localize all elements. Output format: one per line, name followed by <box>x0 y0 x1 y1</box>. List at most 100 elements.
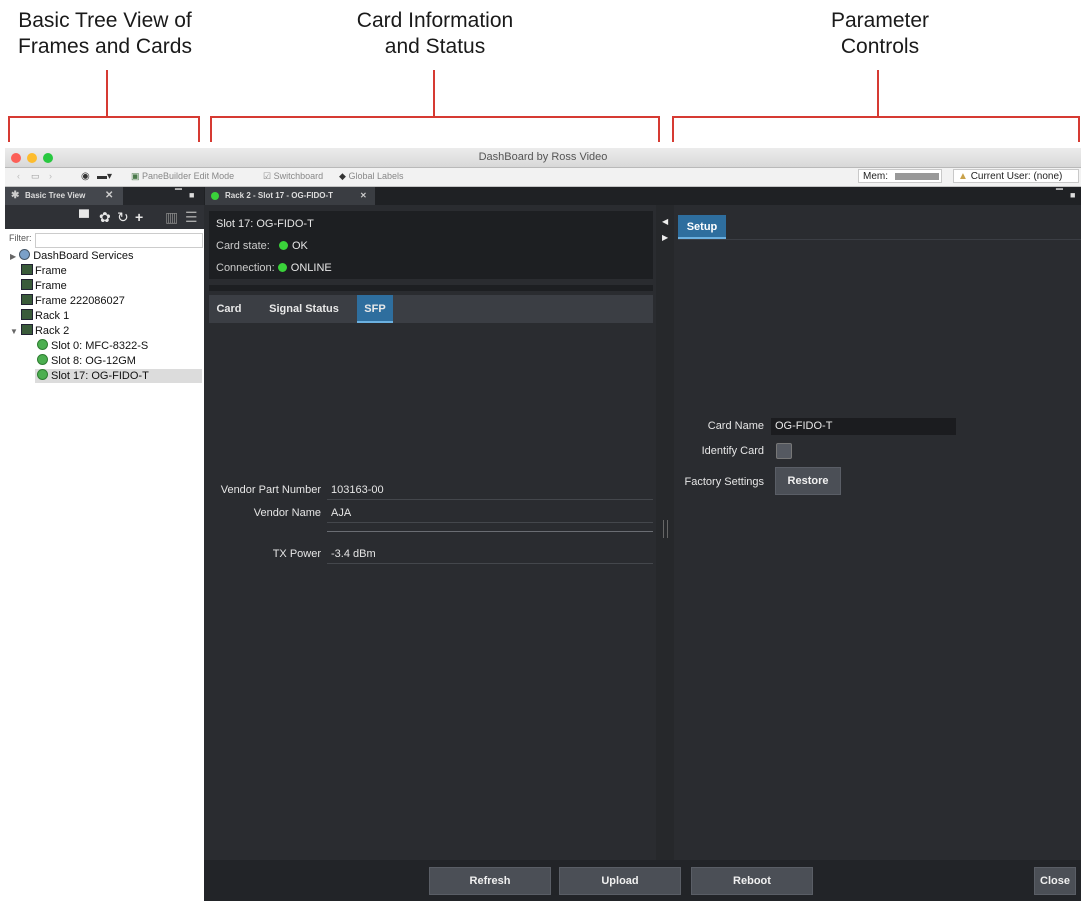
reboot-button[interactable]: Reboot <box>691 867 813 895</box>
services-icon <box>19 249 31 260</box>
bottom-button-bar: Refresh Upload Reboot Close <box>204 860 1081 901</box>
panel-splitter[interactable]: ◀ ▶ <box>656 205 674 860</box>
status-online-icon <box>277 263 287 272</box>
maximize-panel-icon[interactable]: ■ <box>189 190 194 200</box>
current-user-box[interactable]: ▲ Current User: (none) <box>953 169 1079 183</box>
sfp-separator <box>327 531 653 532</box>
status-divider <box>209 285 653 291</box>
card-name-label: Card Name <box>707 420 764 432</box>
tab-basic-tree-view[interactable]: ✱ Basic Tree View ✕ <box>5 187 123 205</box>
add-icon[interactable]: + <box>135 209 143 225</box>
filter-label: Filter: <box>9 233 32 243</box>
camera-icon[interactable]: ◉ <box>81 171 90 182</box>
restore-button[interactable]: Restore <box>775 467 841 495</box>
close-tab-icon[interactable]: ✕ <box>105 187 113 205</box>
tree-item-slot-0[interactable]: Slot 0: MFC-8322-S <box>37 339 148 353</box>
card-name-input[interactable]: OG-FIDO-T <box>771 418 956 435</box>
minimize-panel-icon[interactable]: ▔ <box>1056 189 1063 200</box>
memory-bar <box>894 172 939 180</box>
tab-rack2-slot17[interactable]: Rack 2 - Slot 17 - OG-FIDO-T ✕ <box>205 187 375 205</box>
refresh-icon[interactable]: ↻ <box>117 209 129 226</box>
identify-card-label: Identify Card <box>701 445 764 457</box>
tree-view-panel: ✱ Basic Tree View ✕ ▔ ■ ▀ ✿ ↻ + ▥ ☰ Filt… <box>5 187 204 901</box>
annotation-bracket-right <box>672 116 1080 142</box>
frame-icon <box>21 294 33 305</box>
annotation-parameter-controls: Parameter Controls <box>830 9 930 58</box>
expand-arrow-icon[interactable]: ▶ <box>10 252 16 261</box>
setup-tab-underline <box>678 239 1081 240</box>
list-icon[interactable]: ☰ <box>185 209 198 226</box>
global-labels-button[interactable]: ◆ Global Labels <box>339 171 403 182</box>
memory-label: Mem: <box>863 171 888 182</box>
slot-title: Slot 17: OG-FIDO-T <box>216 218 314 230</box>
gear-icon: ✱ <box>11 190 20 201</box>
maximize-panel-icon[interactable]: ■ <box>1070 190 1075 200</box>
back-icon[interactable]: ‹ <box>17 171 20 181</box>
connection-row: Connection: ONLINE <box>216 262 332 274</box>
splitter-grip[interactable] <box>663 520 668 538</box>
delete-icon[interactable]: ▥ <box>165 209 178 226</box>
upload-button[interactable]: Upload <box>559 867 681 895</box>
collapse-right-icon[interactable]: ▶ <box>662 233 668 242</box>
folder-icon[interactable]: ▬▾ <box>97 171 112 182</box>
tag-icon: ◆ <box>339 171 346 181</box>
vendor-name-value: AJA <box>327 504 653 523</box>
main-toolbar: ‹ ▭ › ◉ ▬▾ ▣ PaneBuilder Edit Mode ☑ Swi… <box>5 168 1081 187</box>
tree-view-tabbar: ✱ Basic Tree View ✕ ▔ ■ <box>5 187 204 205</box>
filter-input[interactable] <box>35 233 203 248</box>
tab-signal-status[interactable]: Signal Status <box>259 295 349 323</box>
close-button[interactable]: Close <box>1034 867 1076 895</box>
new-window-icon[interactable]: ▀ <box>79 209 89 225</box>
tree-item-frame[interactable]: Frame 222086027 <box>21 294 125 308</box>
discover-icon[interactable]: ✿ <box>99 209 111 226</box>
tree-item-slot-17[interactable]: Slot 17: OG-FIDO-T <box>35 369 202 383</box>
tree-item-dashboard-services[interactable]: ▶ DashBoard Services <box>10 249 134 263</box>
tree-toolbar: ▀ ✿ ↻ + ▥ ☰ <box>5 205 204 229</box>
vendor-part-label: Vendor Part Number <box>220 484 321 496</box>
minimize-panel-icon[interactable]: ▔ <box>175 189 182 200</box>
frame-icon <box>21 279 33 290</box>
annotation-stem-right <box>877 70 879 116</box>
save-icon[interactable]: ▭ <box>31 171 40 182</box>
tree-item-rack-2[interactable]: ▼ Rack 2 <box>10 324 69 338</box>
tree-item-frame[interactable]: Frame <box>21 264 67 278</box>
forward-icon[interactable]: › <box>49 171 52 181</box>
card-subtabs: Card Signal Status SFP <box>209 295 653 323</box>
tree-item-slot-8[interactable]: Slot 8: OG-12GM <box>37 354 136 368</box>
tab-setup[interactable]: Setup <box>678 215 726 239</box>
card-state-row: Card state: OK <box>216 240 308 252</box>
refresh-button[interactable]: Refresh <box>429 867 551 895</box>
tab-card[interactable]: Card <box>209 295 249 323</box>
vendor-name-label: Vendor Name <box>253 507 321 519</box>
identify-card-checkbox[interactable] <box>776 443 792 459</box>
switchboard-label: Switchboard <box>273 171 324 181</box>
card-state-value: OK <box>291 240 308 252</box>
filter-row: Filter: <box>5 233 204 248</box>
tree-item-frame[interactable]: Frame <box>21 279 67 293</box>
switchboard-button[interactable]: ☑ Switchboard <box>263 171 323 182</box>
vendor-part-value: 103163-00 <box>327 481 653 500</box>
global-labels-label: Global Labels <box>348 171 404 181</box>
tab-basic-tree-view-label: Basic Tree View <box>25 191 86 200</box>
memory-indicator: Mem: <box>858 169 942 183</box>
window-title: DashBoard by Ross Video <box>478 151 608 163</box>
status-ok-icon <box>278 241 288 250</box>
rack-icon <box>21 309 33 320</box>
connection-value: ONLINE <box>290 262 332 274</box>
panelbuilder-button[interactable]: ▣ PaneBuilder Edit Mode <box>131 171 234 182</box>
card-info-panel: Slot 17: OG-FIDO-T Card state: OK Connec… <box>204 205 656 860</box>
panelbuilder-icon: ▣ <box>131 171 140 181</box>
editor-tabbar: Rack 2 - Slot 17 - OG-FIDO-T ✕ ▔ ■ <box>204 187 1081 205</box>
status-ok-icon <box>37 354 48 365</box>
tab-sfp[interactable]: SFP <box>357 295 393 323</box>
tree-item-rack-1[interactable]: Rack 1 <box>21 309 69 323</box>
collapse-left-icon[interactable]: ◀ <box>662 217 668 226</box>
app-window: DashBoard by Ross Video ‹ ▭ › ◉ ▬▾ ▣ Pan… <box>5 148 1081 901</box>
title-bar: DashBoard by Ross Video <box>5 148 1081 168</box>
collapse-arrow-icon[interactable]: ▼ <box>10 327 18 336</box>
connection-label: Connection: <box>216 262 275 274</box>
switchboard-icon: ☑ <box>263 171 272 181</box>
card-state-label: Card state: <box>216 240 270 252</box>
parameter-controls-panel: Setup Card Name OG-FIDO-T Identify Card … <box>674 205 1081 860</box>
close-tab-icon[interactable]: ✕ <box>360 187 367 205</box>
